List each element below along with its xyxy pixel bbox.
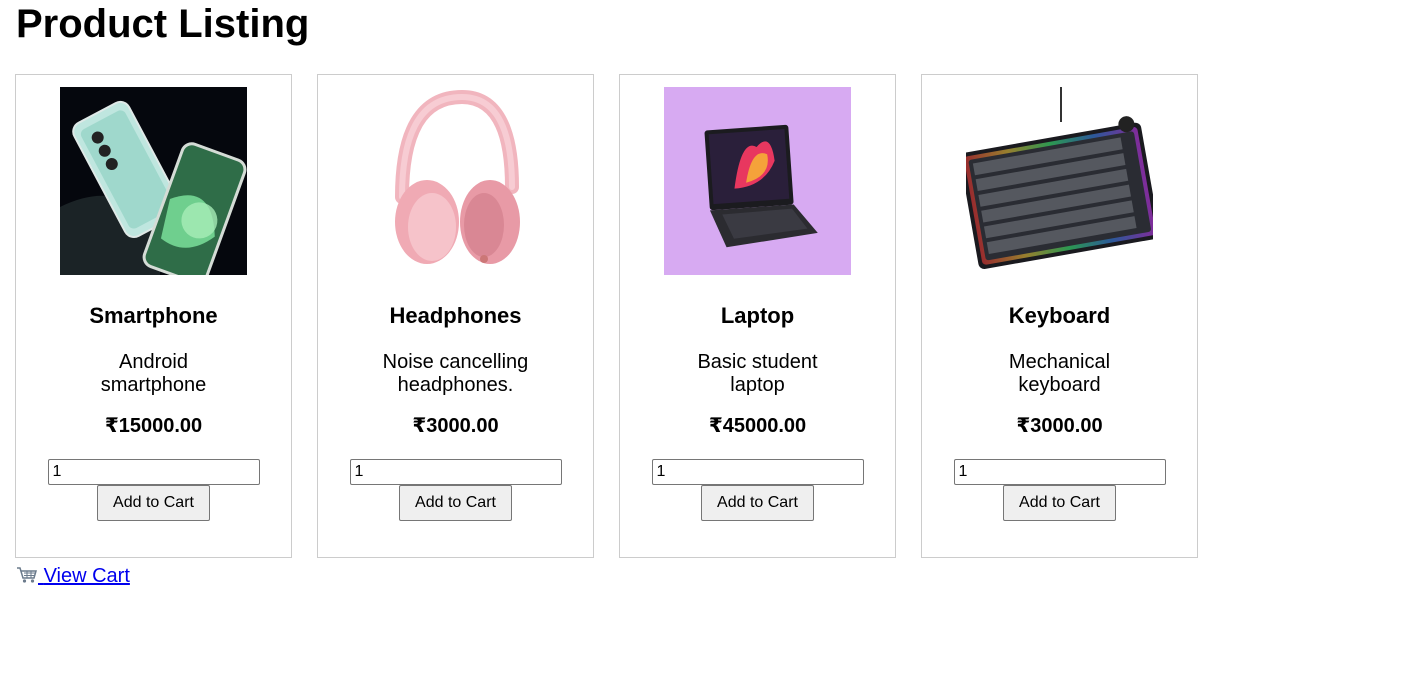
add-to-cart-button[interactable]: Add to Cart xyxy=(399,485,512,521)
product-name: Laptop xyxy=(720,303,795,328)
product-card-smartphone: Smartphone Android smartphone ₹15000.00 … xyxy=(15,74,292,558)
product-description: Mechanical keyboard xyxy=(1008,351,1111,396)
product-list: Smartphone Android smartphone ₹15000.00 … xyxy=(15,74,1223,558)
product-price: ₹15000.00 xyxy=(104,415,203,437)
laptop-image xyxy=(664,87,851,275)
product-card-laptop: Laptop Basic student laptop ₹45000.00 Ad… xyxy=(619,74,896,558)
quantity-input[interactable] xyxy=(651,459,864,485)
product-name: Headphones xyxy=(389,303,522,328)
keyboard-image xyxy=(966,87,1153,275)
view-cart-link[interactable]: View Cart xyxy=(16,565,130,590)
product-description: Noise cancelling headphones. xyxy=(382,351,529,396)
page-title: Product Listing xyxy=(16,2,310,46)
product-card-headphones: Headphones Noise cancelling headphones. … xyxy=(317,74,594,558)
product-card-keyboard: Keyboard Mechanical keyboard ₹3000.00 Ad… xyxy=(921,74,1198,558)
product-name: Keyboard xyxy=(1008,303,1111,328)
product-price: ₹3000.00 xyxy=(412,415,499,437)
shopping-cart-icon xyxy=(16,566,38,590)
product-name: Smartphone xyxy=(89,303,218,328)
headphones-image xyxy=(362,87,549,275)
add-to-cart-button[interactable]: Add to Cart xyxy=(1003,485,1116,521)
product-description: Basic student laptop xyxy=(697,351,818,396)
view-cart-label: View Cart xyxy=(43,565,130,587)
quantity-input[interactable] xyxy=(47,459,260,485)
product-description: Android smartphone xyxy=(100,351,207,396)
add-to-cart-button[interactable]: Add to Cart xyxy=(701,485,814,521)
product-price: ₹45000.00 xyxy=(708,415,807,437)
quantity-input[interactable] xyxy=(349,459,562,485)
add-to-cart-button[interactable]: Add to Cart xyxy=(97,485,210,521)
smartphone-image xyxy=(60,87,247,275)
product-price: ₹3000.00 xyxy=(1016,415,1103,437)
quantity-input[interactable] xyxy=(953,459,1166,485)
